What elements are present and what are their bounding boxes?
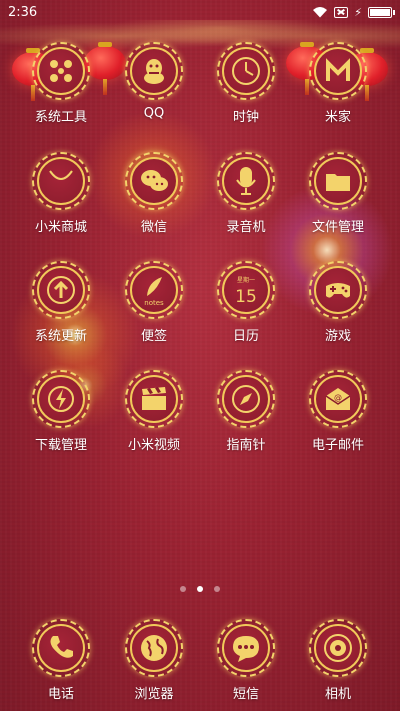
app-email[interactable]: @ 电子邮件 [292,370,384,453]
qq-penguin-badge [125,42,183,100]
svg-text:notes: notes [144,299,164,306]
app-mijia[interactable]: 米家 [292,42,384,125]
app-microphone[interactable]: 录音机 [200,152,292,235]
globe-badge [125,619,183,677]
app-wechat[interactable]: 微信 [108,152,200,235]
mijia-badge [309,42,367,100]
dock-globe[interactable]: 浏览器 [108,619,200,702]
page-indicator [0,586,400,592]
folder-icon [326,174,350,191]
update-arrow-icon [47,276,75,304]
app-label: 录音机 [226,220,266,235]
app-qq-penguin[interactable]: QQ [108,42,200,121]
update-arrow-badge [32,261,90,319]
qq-penguin-icon [144,59,164,84]
app-label: 米家 [324,110,351,125]
app-label: 微信 [140,220,167,235]
message-bubble-badge [217,619,275,677]
camera-lens-badge [309,619,367,677]
tools-grid-badge [32,42,90,100]
calendar-icon: 星期一 15 [235,276,257,306]
folder-badge [309,152,367,210]
microphone-icon [236,167,256,195]
app-label: 指南针 [226,438,266,453]
status-bar: 2:36 ⚡ [0,0,400,24]
battery-icon [368,6,395,18]
compass-badge [217,370,275,428]
app-gamepad[interactable]: 游戏 [292,261,384,344]
svg-text:15: 15 [235,287,257,306]
app-label: QQ [143,106,165,121]
notes-feather-icon: notes [144,277,164,306]
page-dot-3[interactable] [214,586,220,592]
app-tools-grid[interactable]: 系统工具 [15,42,107,125]
app-download-bolt[interactable]: 下载管理 [15,370,107,453]
email-badge: @ [309,370,367,428]
gamepad-icon [326,283,350,298]
app-label: 便签 [140,329,167,344]
clapperboard-badge [125,370,183,428]
app-clock[interactable]: 时钟 [200,42,292,125]
camera-lens-icon [324,634,352,662]
message-bubble-icon [233,636,259,662]
download-bolt-badge [32,370,90,428]
app-calendar[interactable]: 星期一 15 日历 [200,261,292,344]
app-label: 下载管理 [34,438,87,453]
app-label: 时钟 [232,110,259,125]
wifi-icon [313,7,328,18]
notes-feather-badge: notes [125,261,183,319]
dock-label: 浏览器 [134,687,174,702]
microphone-badge [217,152,275,210]
app-update-arrow[interactable]: 系统更新 [15,261,107,344]
app-notes-feather[interactable]: notes 便签 [108,261,200,344]
app-label: 小米视频 [127,438,180,453]
no-sim-icon [334,6,349,18]
phone-badge [32,619,90,677]
page-dot-1[interactable] [180,586,186,592]
dock-message-bubble[interactable]: 短信 [200,619,292,702]
page-dot-2[interactable] [197,586,203,592]
charging-icon: ⚡ [354,5,362,19]
globe-icon [141,635,167,661]
dock-label: 电话 [47,687,74,702]
app-compass[interactable]: 指南针 [200,370,292,453]
app-label: 小米商城 [34,220,87,235]
dock-label: 短信 [232,687,259,702]
dock-camera-lens[interactable]: 相机 [292,619,384,702]
calendar-badge: 星期一 15 [217,261,275,319]
wechat-badge [125,152,183,210]
app-shopping-bag[interactable]: 小米商城 [15,152,107,235]
app-label: 文件管理 [311,220,364,235]
clock-icon [232,57,260,85]
compass-icon [232,385,260,413]
app-label: 系统更新 [34,329,87,344]
app-clapperboard[interactable]: 小米视频 [108,370,200,453]
svg-text:@: @ [334,393,342,402]
shopping-bag-icon [49,170,73,180]
status-time: 2:36 [8,4,38,20]
wechat-icon [141,170,168,191]
dock-label: 相机 [324,687,351,702]
clapperboard-icon [142,387,166,410]
mijia-icon [326,58,350,81]
download-bolt-icon [48,386,74,412]
app-label: 游戏 [324,329,351,344]
tools-grid-icon [50,60,72,82]
app-label: 电子邮件 [311,438,364,453]
phone-icon [50,636,73,658]
svg-text:星期一: 星期一 [237,276,255,284]
app-folder[interactable]: 文件管理 [292,152,384,235]
shopping-bag-badge [32,152,90,210]
email-icon: @ [325,388,351,410]
clock-badge [217,42,275,100]
app-label: 系统工具 [34,110,87,125]
app-label: 日历 [232,329,259,344]
dock-phone[interactable]: 电话 [15,619,107,702]
gamepad-badge [309,261,367,319]
